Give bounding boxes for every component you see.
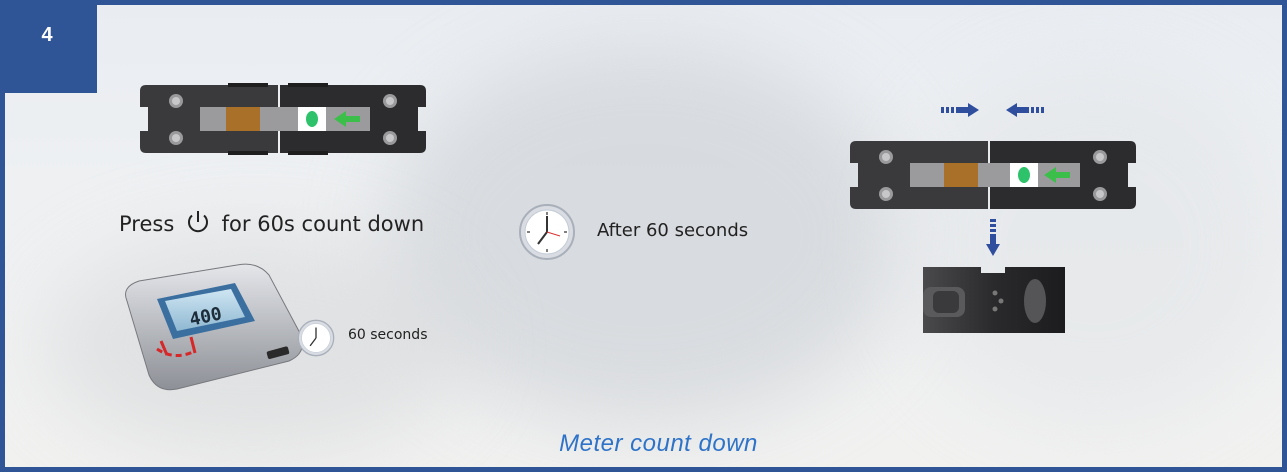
meter-device: 400 <box>125 263 303 391</box>
step-number-badge: 4 <box>5 5 97 93</box>
clock-icon <box>297 319 335 357</box>
sixty-seconds-text: 60 seconds <box>348 327 428 343</box>
background-shape <box>905 65 1282 425</box>
strip-holder-right <box>850 141 1136 209</box>
press-suffix: for 60s count down <box>221 212 425 236</box>
clock-icon <box>519 204 575 260</box>
instruction-panel: 4 Press for 60s count down After 60 seco… <box>0 0 1287 472</box>
arrow-right-icon <box>941 103 979 117</box>
after-text: After 60 seconds <box>597 220 749 241</box>
arrow-left-icon <box>1006 103 1044 117</box>
strip-holder-part <box>923 267 1065 333</box>
strip-holder-top <box>140 83 426 155</box>
press-instruction: Press for 60s count down <box>119 209 424 236</box>
arrow-down-icon <box>986 219 1000 256</box>
green-dot <box>1018 167 1030 183</box>
caption: Meter count down <box>559 430 758 457</box>
green-dot <box>306 111 318 127</box>
press-prefix: Press <box>119 212 175 236</box>
power-icon <box>187 211 208 233</box>
